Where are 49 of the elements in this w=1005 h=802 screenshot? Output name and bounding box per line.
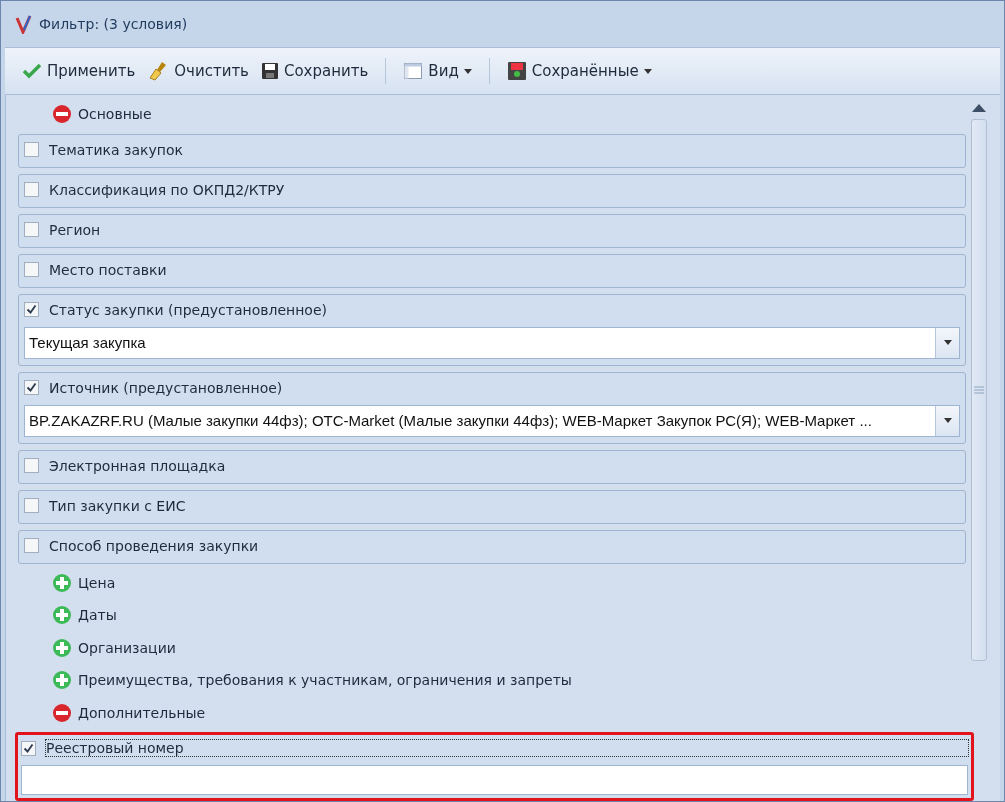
grip-icon bbox=[974, 386, 984, 394]
filter-label: Статус закупки (предустановленное) bbox=[49, 301, 327, 318]
checkbox[interactable] bbox=[24, 458, 39, 473]
plus-circle-icon[interactable] bbox=[52, 605, 72, 626]
checkbox[interactable] bbox=[24, 182, 39, 197]
filter-label: Тип закупки с ЕИС bbox=[49, 497, 186, 514]
dropdown-button[interactable] bbox=[935, 327, 959, 358]
checkbox[interactable] bbox=[21, 740, 36, 756]
group-label[interactable]: Преимущества, требования к участникам, ограничения и запреты bbox=[78, 672, 572, 689]
group-label[interactable]: Основные bbox=[78, 106, 152, 123]
caret-icon bbox=[943, 418, 952, 423]
apply-button[interactable]: Применить bbox=[19, 60, 139, 82]
dropdown-field[interactable]: Текущая закупка bbox=[24, 326, 960, 359]
group-label[interactable]: Дополнительные bbox=[78, 704, 206, 721]
filter-label: Источник (предустановленное) bbox=[49, 379, 283, 396]
group-label[interactable]: Цена bbox=[78, 574, 116, 591]
minus-circle-icon[interactable] bbox=[52, 104, 72, 125]
plus-circle-icon[interactable] bbox=[52, 637, 72, 658]
checkbox[interactable] bbox=[24, 302, 39, 317]
window-title: Фильтр: (3 условия) bbox=[39, 16, 188, 32]
save-button[interactable]: Сохранить bbox=[257, 60, 372, 82]
caret-icon bbox=[943, 340, 952, 345]
view-button[interactable]: Вид bbox=[400, 59, 475, 83]
clear-button[interactable]: Очистить bbox=[144, 58, 252, 84]
window-icon bbox=[403, 61, 424, 81]
filter-label: Регион bbox=[49, 221, 101, 238]
filter-label: Классификация по ОКПД2/КТРУ bbox=[49, 181, 285, 198]
checkbox[interactable] bbox=[24, 380, 39, 395]
plus-circle-icon[interactable] bbox=[52, 670, 72, 691]
minus-circle-icon[interactable] bbox=[52, 702, 72, 723]
group-label[interactable]: Организации bbox=[78, 639, 176, 656]
filter-label: Электронная площадка bbox=[49, 457, 226, 474]
saved-button[interactable]: Сохранённые bbox=[503, 59, 655, 83]
dropdown-field[interactable]: BP.ZAKAZRF.RU (Малые закупки 44фз); OTC-Market (Малые закупки 44фз); WEB-Маркет Закупок РС(Я); WEB-Маркет ... bbox=[24, 404, 960, 437]
filter-label: Тематика закупок bbox=[49, 141, 183, 158]
plus-circle-icon[interactable] bbox=[52, 572, 72, 593]
filter-label: Способ проведения закупки bbox=[49, 537, 259, 554]
checkbox[interactable] bbox=[24, 142, 39, 157]
checkbox[interactable] bbox=[24, 498, 39, 513]
filter-label: Реестровый номер bbox=[46, 740, 968, 756]
filter-label: Место поставки bbox=[49, 261, 167, 278]
app-logo-icon bbox=[15, 14, 33, 34]
scroll-up-icon[interactable] bbox=[972, 103, 986, 113]
checkbox[interactable] bbox=[24, 222, 39, 237]
checkbox[interactable] bbox=[24, 538, 39, 553]
group-label[interactable]: Даты bbox=[78, 607, 117, 624]
checkmark-icon bbox=[22, 63, 42, 79]
checkbox[interactable] bbox=[24, 262, 39, 277]
dropdown-button[interactable] bbox=[935, 405, 959, 436]
